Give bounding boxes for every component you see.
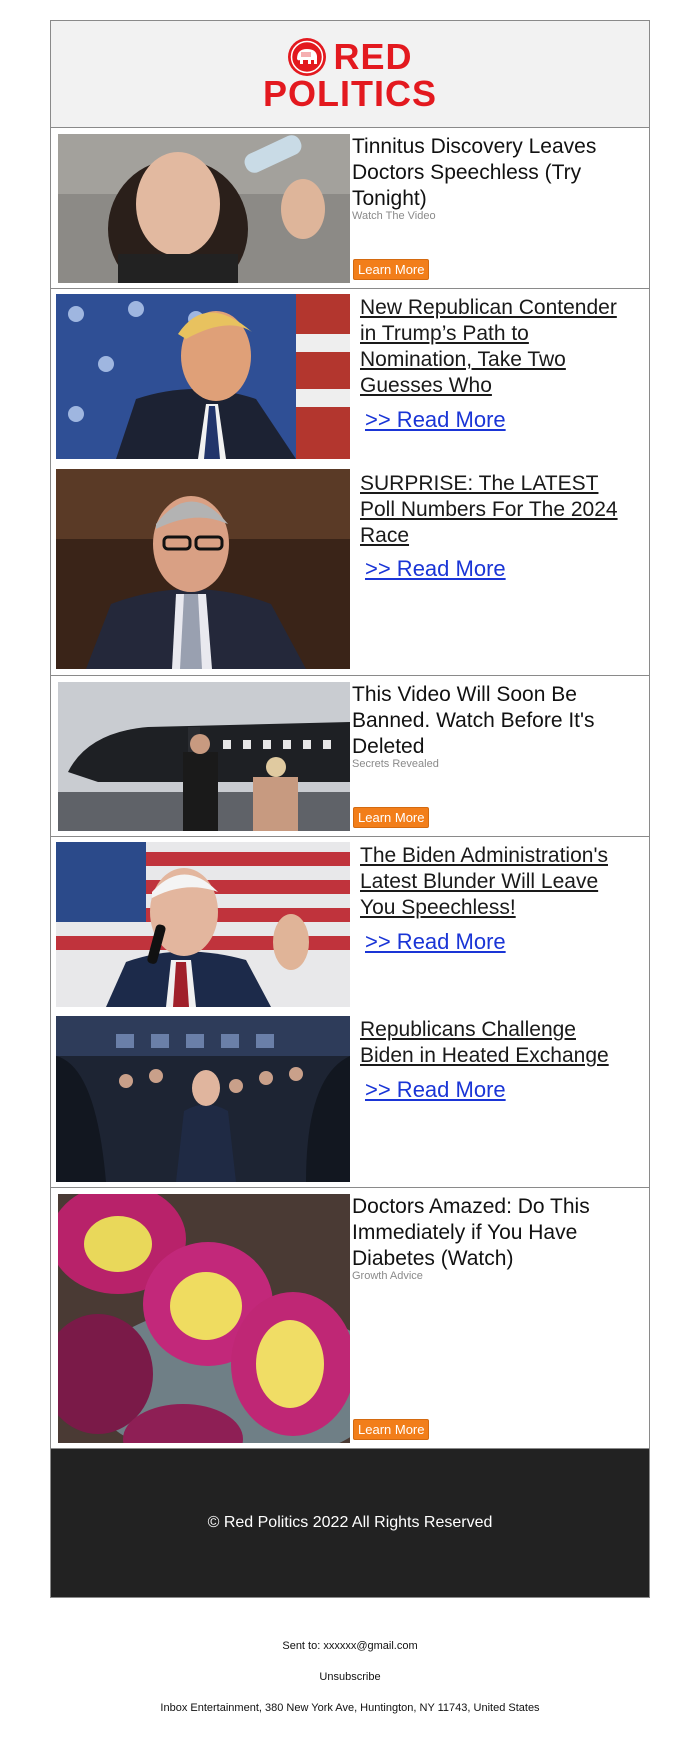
ad-title[interactable]: This Video Will Soon Be Banned. Watch Be… <box>352 683 595 758</box>
article-group-2: The Biden Administration's Latest Blunde… <box>51 837 649 1188</box>
article-title[interactable]: New Republican Contender in Trump’s Path… <box>360 295 635 399</box>
footer: © Red Politics 2022 All Rights Reserved <box>51 1449 649 1597</box>
brand-line-1: RED <box>333 36 413 77</box>
ad-source: Growth Advice <box>352 1270 423 1282</box>
ad-image-2[interactable] <box>58 682 350 831</box>
read-more-link[interactable]: >> Read More <box>365 556 506 582</box>
sender-address: Inbox Entertainment, 380 New York Ave, H… <box>160 1702 540 1714</box>
read-more-link[interactable]: >> Read More <box>365 1077 506 1103</box>
read-more-link[interactable]: >> Read More <box>365 929 506 955</box>
learn-more-button[interactable]: Learn More <box>353 807 430 828</box>
copyright-text: © Red Politics 2022 All Rights Reserved <box>207 1514 493 1531</box>
learn-more-button[interactable]: Learn More <box>353 1419 430 1440</box>
ad-unit-3[interactable]: Doctors Amazed: Do This Immediately if Y… <box>51 1188 649 1449</box>
article-image[interactable] <box>56 469 350 669</box>
article-title[interactable]: SURPRISE: The LATEST Poll Numbers For Th… <box>360 471 635 549</box>
article-title[interactable]: The Biden Administration's Latest Blunde… <box>360 843 635 921</box>
article-image[interactable] <box>56 1016 350 1182</box>
ad-source: Secrets Revealed <box>352 758 439 770</box>
article-image[interactable] <box>56 842 350 1007</box>
ad-text-2[interactable]: This Video Will Soon Be Banned. Watch Be… <box>352 682 637 770</box>
sent-to-text: Sent to: xxxxxx@gmail.com <box>282 1640 418 1652</box>
ad-text-1[interactable]: Tinnitus Discovery Leaves Doctors Speech… <box>352 134 637 222</box>
ad-title[interactable]: Tinnitus Discovery Leaves Doctors Speech… <box>352 135 596 210</box>
learn-more-button[interactable]: Learn More <box>353 259 430 280</box>
ad-unit-1[interactable]: Tinnitus Discovery Leaves Doctors Speech… <box>51 128 649 289</box>
article-group-1: New Republican Contender in Trump’s Path… <box>51 289 649 676</box>
elephant-icon <box>288 38 327 76</box>
ad-image-3[interactable] <box>58 1194 350 1443</box>
ad-image-1[interactable] <box>58 134 350 283</box>
ad-source: Watch The Video <box>352 210 436 222</box>
header: RED POLITICS <box>51 21 649 128</box>
email-container: RED POLITICS Tinnitus Discovery Leaves D… <box>50 20 650 1598</box>
article-image[interactable] <box>56 294 350 459</box>
ad-unit-2[interactable]: This Video Will Soon Be Banned. Watch Be… <box>51 676 649 837</box>
brand-logo[interactable]: RED POLITICS <box>262 36 437 114</box>
read-more-link[interactable]: >> Read More <box>365 407 506 433</box>
brand-line-2: POLITICS <box>262 73 437 114</box>
ad-title[interactable]: Doctors Amazed: Do This Immediately if Y… <box>352 1195 590 1270</box>
ad-text-3[interactable]: Doctors Amazed: Do This Immediately if Y… <box>352 1194 637 1282</box>
unsubscribe-link[interactable]: Unsubscribe <box>0 1671 700 1683</box>
article-title[interactable]: Republicans Challenge Biden in Heated Ex… <box>360 1017 635 1069</box>
